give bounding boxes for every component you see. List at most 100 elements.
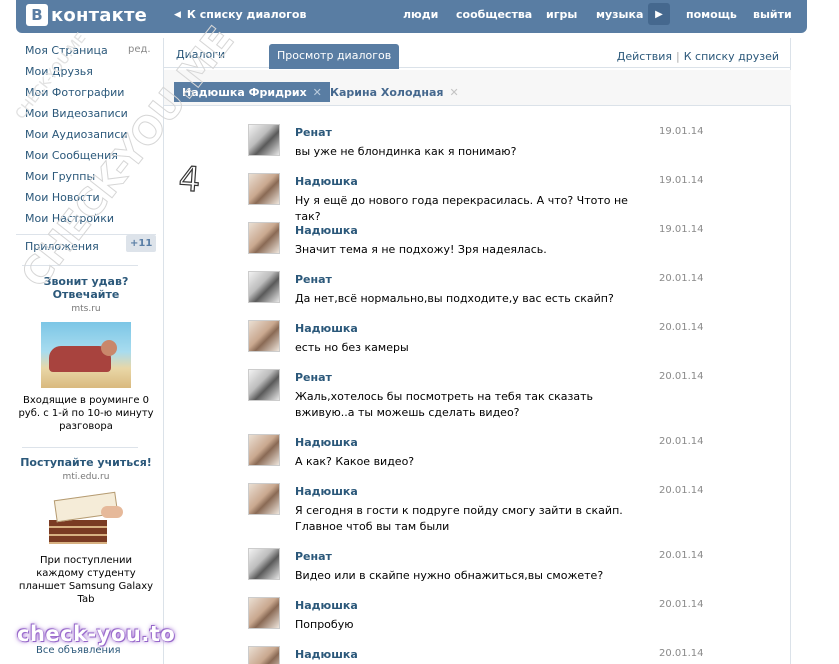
nav-communities[interactable]: сообщества [456, 8, 532, 21]
ad-image-hand [101, 506, 123, 518]
message-date: 20.01.14 [659, 599, 704, 610]
message-text: Значит тема я не подхожу! Зря надеялась. [295, 243, 547, 256]
ad-domain: mts.ru [71, 304, 101, 314]
back-to-dialogs-label: К списку диалогов [186, 8, 307, 21]
sidebar-item-messages[interactable]: Мои Сообщения [25, 149, 118, 162]
avatar[interactable] [248, 271, 280, 303]
vk-logo-text: контакте [51, 4, 148, 26]
sidebar-item-apps[interactable]: Приложения +11 [16, 234, 157, 256]
message-text: Я сегодня в гости к подруге пойду смогу … [295, 504, 623, 533]
message-date: 20.01.14 [659, 485, 704, 496]
avatar[interactable] [248, 369, 280, 401]
sidebar-item-videos[interactable]: Мои Видеозаписи [25, 107, 128, 120]
avatar[interactable] [248, 597, 280, 629]
vk-logo-mark: В [26, 4, 48, 26]
message-author[interactable]: Надюшка [295, 175, 358, 188]
sidebar-item-news[interactable]: Мои Новости [25, 191, 100, 204]
message-list: Ренат 19.01.14 вы уже не блондинка как я… [164, 118, 791, 664]
friends-list-link[interactable]: К списку друзей [684, 50, 779, 63]
sidebar-item-groups[interactable]: Мои Группы [25, 170, 95, 183]
message-author[interactable]: Надюшка [295, 322, 358, 335]
message-author[interactable]: Надюшка [295, 224, 358, 237]
message-date: 20.01.14 [659, 550, 704, 561]
message-text: Да нет,всё нормально,вы подходите,у вас … [295, 292, 614, 305]
message-date: 20.01.14 [659, 273, 704, 284]
message-author[interactable]: Ренат [295, 371, 332, 384]
ad-divider [22, 265, 138, 266]
ad-block-mts[interactable]: Звонит удав? Отвечайте mts.ru Входящие в… [16, 275, 156, 433]
top-navigation-bar: В контакте ◀ К списку диалогов люди сооб… [16, 0, 807, 33]
ad-image-beach [41, 322, 131, 388]
back-to-dialogs-link[interactable]: ◀ К списку диалогов [174, 8, 306, 21]
dialog-chip[interactable]: Карина Холодная ✕ [322, 82, 467, 102]
ad-title: Поступайте учиться! [20, 456, 152, 469]
avatar[interactable] [248, 222, 280, 254]
message-author[interactable]: Надюшка [295, 436, 358, 449]
dialog-chip-name: Надюшка Фридрих [182, 85, 307, 99]
actions-link[interactable]: Действия [617, 50, 672, 63]
message-author[interactable]: Ренат [295, 126, 332, 139]
message-text: есть но без камеры [295, 341, 409, 354]
open-dialog-chips: Надюшка Фридрих ✕ Карина Холодная ✕ [164, 70, 791, 106]
all-ads-link[interactable]: Все объявления [36, 645, 121, 656]
nav-music[interactable]: музыка [596, 8, 643, 21]
dialog-chip-name: Карина Холодная [330, 85, 444, 99]
nav-logout[interactable]: выйти [753, 8, 792, 21]
message-text: вы уже не блондинка как я понимаю? [295, 145, 517, 158]
ad-text: Входящие в роуминге 0 руб. с 1-й по 10-ю… [18, 395, 154, 432]
message-author[interactable]: Надюшка [295, 485, 358, 498]
message-date: 20.01.14 [659, 371, 704, 382]
ad-image-books [43, 490, 129, 548]
sidebar-item-my-page[interactable]: Моя Страница [25, 44, 108, 57]
message-date: 19.01.14 [659, 126, 704, 137]
tab-dialogs[interactable]: Диалоги [176, 48, 225, 61]
watermark-logo: check-you.to [17, 622, 176, 646]
message-date: 19.01.14 [659, 175, 704, 186]
message-date: 20.01.14 [659, 322, 704, 333]
dialogs-panel: Диалоги Просмотр диалогов Действия | К спи… [163, 38, 791, 664]
message-author[interactable]: Ренат [295, 550, 332, 563]
avatar[interactable] [248, 434, 280, 466]
avatar[interactable] [248, 646, 280, 664]
sidebar-item-settings[interactable]: Мои Настройки [25, 212, 114, 225]
ad-image-book-stack [49, 520, 107, 544]
chevron-left-icon: ◀ [174, 9, 181, 20]
message-date: 19.01.14 [659, 224, 704, 235]
avatar[interactable] [248, 548, 280, 580]
ad-block-mti[interactable]: Поступайте учиться! mti.edu.ru При посту… [16, 456, 156, 606]
message-text: Ну я ещё до нового года перекрасилась. А… [295, 194, 628, 223]
vk-logo[interactable]: В контакте [26, 3, 147, 27]
actions-separator: | [676, 50, 680, 63]
message-author[interactable]: Надюшка [295, 599, 358, 612]
tab-bar: Диалоги Просмотр диалогов Действия | К спи… [164, 38, 791, 69]
message-text: Попробую [295, 618, 354, 631]
edit-menu-link[interactable]: ред. [128, 44, 151, 55]
ad-title: Звонит удав? Отвечайте [43, 275, 129, 301]
tab-view-dialogs[interactable]: Просмотр диалогов [269, 44, 400, 69]
message-date: 20.01.14 [659, 436, 704, 447]
dialog-chip-active[interactable]: Надюшка Фридрих ✕ [174, 82, 330, 102]
sidebar-item-photos[interactable]: Мои Фотографии [25, 86, 124, 99]
message-date: 20.01.14 [659, 648, 704, 659]
message-text: А как? Какое видео? [295, 455, 415, 468]
play-icon[interactable]: ▶ [648, 3, 670, 25]
close-icon[interactable]: ✕ [313, 86, 322, 99]
ad-domain: mti.edu.ru [62, 472, 110, 482]
avatar[interactable] [248, 483, 280, 515]
avatar[interactable] [248, 320, 280, 352]
close-icon[interactable]: ✕ [449, 86, 458, 99]
message-author[interactable]: Ренат [295, 273, 332, 286]
avatar[interactable] [248, 173, 280, 205]
sidebar-item-audios[interactable]: Мои Аудиозаписи [25, 128, 128, 141]
ad-text: При поступлении каждому студенту планшет… [18, 555, 154, 605]
nav-games[interactable]: игры [546, 8, 577, 21]
sidebar-item-friends[interactable]: Мои Друзья [25, 65, 93, 78]
avatar[interactable] [248, 124, 280, 156]
apps-count-badge: +11 [126, 235, 157, 252]
message-author[interactable]: Надюшка [295, 648, 358, 661]
tab-actions-group: Действия | К списку друзей [617, 50, 779, 63]
nav-people[interactable]: люди [403, 8, 438, 21]
nav-help[interactable]: помощь [686, 8, 737, 21]
ad-divider [22, 447, 138, 448]
ad-image-head [101, 340, 117, 356]
